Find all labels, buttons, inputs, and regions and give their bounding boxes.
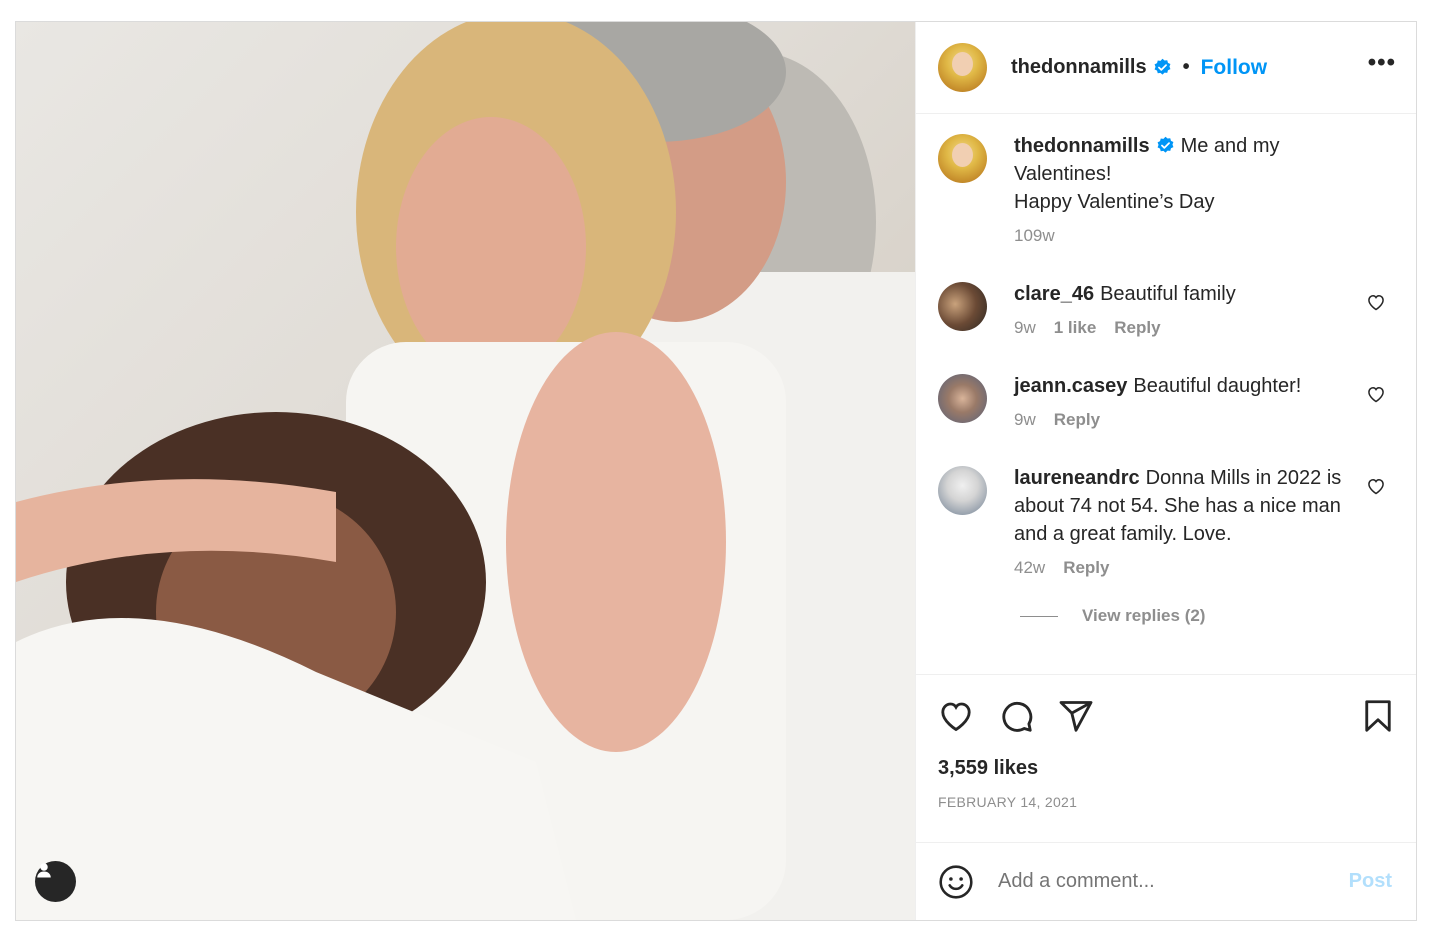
caption-text: thedonnamills Me and my Valentines! Happy…: [1014, 132, 1354, 216]
emoji-smiley-icon[interactable]: [938, 864, 974, 900]
reply-button[interactable]: Reply: [1114, 318, 1160, 338]
like-comment-heart-icon[interactable]: [1366, 384, 1386, 404]
comment-item: laureneandrc Donna Mills in 2022 is about…: [938, 464, 1396, 578]
like-heart-icon[interactable]: [938, 698, 974, 734]
photo-illustration: [16, 22, 915, 920]
post-sidebar: thedonnamills • Follow ••• thedonnamills…: [915, 22, 1416, 920]
post-date: FEBRUARY 14, 2021: [938, 794, 1078, 810]
instagram-post: thedonnamills • Follow ••• thedonnamills…: [15, 21, 1417, 921]
comment-age: 42w: [1014, 558, 1046, 577]
commenter-avatar[interactable]: [938, 466, 987, 515]
post-comment-button[interactable]: Post: [1349, 870, 1392, 893]
caption-avatar[interactable]: [938, 134, 987, 183]
caption-age: 109w: [1014, 226, 1055, 245]
view-replies-line: [1020, 615, 1058, 617]
comments-section: thedonnamills Me and my Valentines! Happy…: [916, 114, 1416, 674]
caption: thedonnamills Me and my Valentines! Happy…: [938, 132, 1396, 246]
post-actions: 3,559 likes FEBRUARY 14, 2021: [916, 674, 1416, 842]
comment-composer: Post: [916, 842, 1416, 920]
comment-likes[interactable]: 1 like: [1054, 318, 1097, 338]
view-replies-button[interactable]: View replies (2): [1020, 606, 1396, 626]
reply-button[interactable]: Reply: [1063, 558, 1109, 578]
comment-text: jeann.casey Beautiful daughter!: [1014, 372, 1354, 400]
comment-meta: 9w Reply: [1014, 410, 1354, 430]
comment-username[interactable]: jeann.casey: [1014, 375, 1127, 397]
view-replies-label: View replies (2): [1082, 606, 1206, 625]
author-avatar[interactable]: [938, 43, 987, 92]
author-username[interactable]: thedonnamills: [1011, 56, 1147, 79]
comment-meta: 9w 1 like Reply: [1014, 318, 1354, 338]
tagged-users-button[interactable]: [35, 861, 76, 902]
user-icon: [37, 863, 51, 878]
verified-badge-icon: [1157, 136, 1173, 153]
caption-body-line2: Happy Valentine’s Day: [1014, 191, 1215, 213]
comment-body: Beautiful family: [1100, 283, 1236, 305]
header-separator: •: [1182, 56, 1190, 78]
commenter-avatar[interactable]: [938, 374, 987, 423]
caption-meta: 109w: [1014, 226, 1354, 246]
comment-username[interactable]: clare_46: [1014, 283, 1094, 305]
comment-bubble-icon[interactable]: [998, 698, 1034, 734]
commenter-avatar[interactable]: [938, 282, 987, 331]
comment-item: jeann.casey Beautiful daughter! 9w Reply: [938, 372, 1396, 430]
more-options-icon[interactable]: •••: [1368, 50, 1396, 85]
comment-text: clare_46 Beautiful family: [1014, 280, 1354, 308]
verified-badge-icon: [1154, 58, 1170, 75]
like-comment-heart-icon[interactable]: [1366, 476, 1386, 496]
bookmark-save-icon[interactable]: [1360, 698, 1396, 734]
comment-age: 9w: [1014, 318, 1036, 337]
like-comment-heart-icon[interactable]: [1366, 292, 1386, 312]
comment-input[interactable]: [998, 870, 1349, 893]
share-paper-plane-icon[interactable]: [1058, 698, 1094, 734]
comment-text: laureneandrc Donna Mills in 2022 is about…: [1014, 464, 1354, 548]
comment-item: clare_46 Beautiful family 9w 1 like Reply: [938, 280, 1396, 338]
follow-button[interactable]: Follow: [1201, 56, 1268, 80]
comment-username[interactable]: laureneandrc: [1014, 467, 1140, 489]
likes-count[interactable]: 3,559 likes: [938, 757, 1396, 780]
comment-age: 9w: [1014, 410, 1036, 429]
post-header: thedonnamills • Follow •••: [916, 22, 1416, 114]
comment-meta: 42w Reply: [1014, 558, 1354, 578]
reply-button[interactable]: Reply: [1054, 410, 1100, 430]
action-icons: [938, 675, 1396, 753]
caption-username[interactable]: thedonnamills: [1014, 135, 1150, 157]
post-photo[interactable]: [16, 22, 915, 920]
comment-body: Beautiful daughter!: [1133, 375, 1302, 397]
